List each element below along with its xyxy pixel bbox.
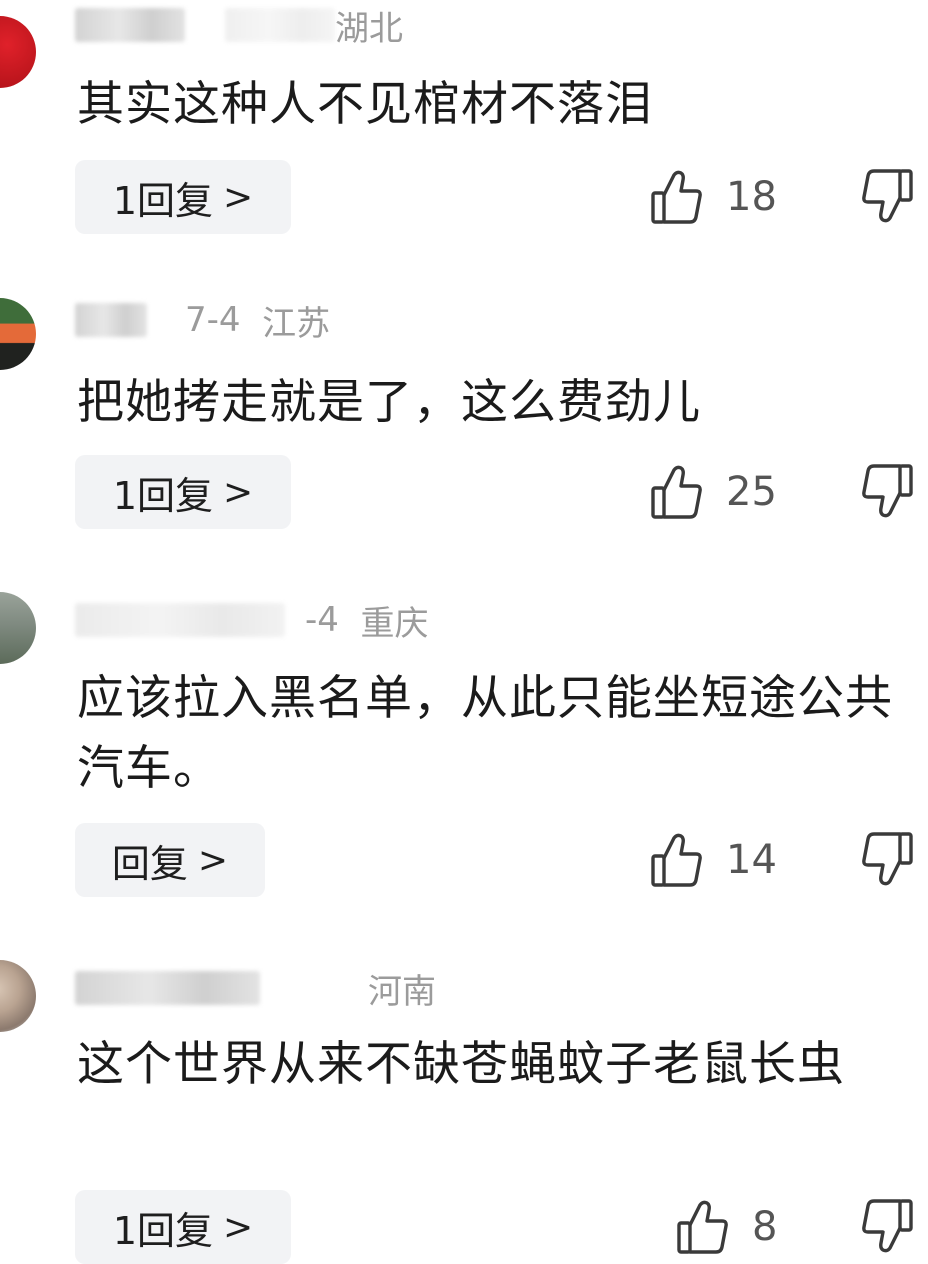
reply-label: 回复 xyxy=(111,841,188,886)
reply-button[interactable]: 1回复 > xyxy=(75,1190,291,1264)
like-count: 8 xyxy=(752,1204,778,1250)
thumbs-up-icon xyxy=(650,832,704,888)
location-label: 江苏 xyxy=(262,303,331,344)
like-count: 18 xyxy=(726,174,777,220)
comment-meta: -4 重庆 xyxy=(75,598,429,644)
comment-meta: 河南 xyxy=(75,966,436,1012)
username-blurred[interactable] xyxy=(75,8,185,42)
date-label: 7-4 xyxy=(185,300,241,340)
like-count: 25 xyxy=(726,469,777,515)
thumbs-down-icon[interactable] xyxy=(860,463,916,523)
comment-text: 把她拷走就是了，这么费劲儿 xyxy=(77,375,701,430)
comment-meta: 7-4 江苏 xyxy=(75,298,331,344)
like-count: 14 xyxy=(726,837,777,883)
thumbs-down-icon[interactable] xyxy=(860,1198,916,1258)
reply-label: 1回复 xyxy=(112,1208,213,1253)
avatar[interactable] xyxy=(0,298,36,370)
comment-meta: 湖北 xyxy=(75,3,403,49)
chevron-right-icon: > xyxy=(223,176,254,218)
like-button[interactable]: 14 xyxy=(650,823,777,897)
comment-text: 这个世界从来不缺苍蝇蚊子老鼠长虫 xyxy=(77,1037,845,1092)
reply-button[interactable]: 回复 > xyxy=(75,823,265,897)
location-label: 重庆 xyxy=(360,603,429,644)
reply-label: 1回复 xyxy=(112,178,213,223)
reply-label: 1回复 xyxy=(112,473,213,518)
thumbs-down-icon[interactable] xyxy=(860,168,916,228)
comment-text: 应该拉入黑名单，从此只能坐短途公共汽车。 xyxy=(77,671,893,796)
chevron-right-icon: > xyxy=(223,471,254,513)
location-label: 湖北 xyxy=(335,8,403,49)
reply-button[interactable]: 1回复 > xyxy=(75,455,291,529)
thumbs-up-icon xyxy=(650,464,704,520)
like-button[interactable]: 8 xyxy=(676,1190,777,1264)
thumbs-down-icon[interactable] xyxy=(860,831,916,891)
thumbs-up-icon xyxy=(676,1199,730,1255)
like-button[interactable]: 25 xyxy=(650,455,777,529)
username-blurred[interactable] xyxy=(75,603,285,637)
chevron-right-icon: > xyxy=(197,839,229,881)
date-label: -4 xyxy=(305,600,339,640)
username-blurred[interactable] xyxy=(75,971,260,1005)
avatar[interactable] xyxy=(0,960,36,1032)
comment-text: 其实这种人不见棺材不落泪 xyxy=(77,77,653,132)
like-button[interactable]: 18 xyxy=(650,160,777,234)
location-label: 河南 xyxy=(368,971,436,1012)
chevron-right-icon: > xyxy=(223,1206,254,1248)
avatar[interactable] xyxy=(0,16,36,88)
thumbs-up-icon xyxy=(650,169,704,225)
username-blurred[interactable] xyxy=(75,303,147,337)
date-blurred xyxy=(225,8,335,42)
avatar[interactable] xyxy=(0,592,36,664)
reply-button[interactable]: 1回复 > xyxy=(75,160,291,234)
